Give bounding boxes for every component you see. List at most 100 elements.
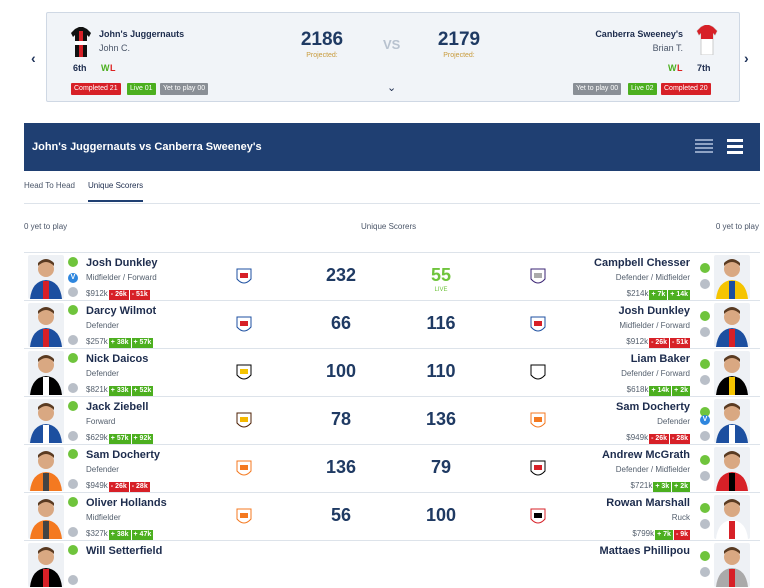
club-logo-icon	[529, 507, 547, 527]
list-view-icon[interactable]	[727, 138, 743, 154]
price-change-badge: - 26k	[108, 482, 129, 492]
club-logo-icon	[529, 315, 547, 335]
price-value: $629k	[86, 433, 108, 442]
player-position: Midfielder / Forward	[86, 273, 157, 282]
player-row[interactable]: Will Setterfield Mattaes Phillipou	[24, 540, 760, 588]
player-name[interactable]: Sam Docherty	[86, 449, 160, 461]
next-arrow-icon[interactable]: ›	[744, 50, 749, 66]
price-change-badge: - 51k	[129, 290, 150, 300]
left-score: 2186	[300, 29, 344, 50]
player-price: $618k + 14k + 2k	[627, 385, 690, 396]
jersey-icon	[696, 25, 718, 55]
star-icon	[68, 479, 78, 489]
player-avatar	[28, 351, 64, 395]
player-row[interactable]: V Josh Dunkley Midfielder / Forward $912k - …	[24, 252, 760, 300]
player-name[interactable]: Josh Dunkley	[86, 257, 158, 269]
player-name[interactable]: Will Setterfield	[86, 545, 162, 557]
tab-head-to-head[interactable]: Head To Head	[24, 181, 75, 200]
player-avatar	[714, 447, 750, 491]
left-projected: Projected:	[306, 52, 338, 59]
price-change-badge: + 2k	[672, 482, 690, 492]
left-coach: John C.	[99, 43, 131, 53]
price-value: $257k	[86, 337, 108, 346]
player-row[interactable]: Sam Docherty Defender $949k - 26k - 28k 136 79…	[24, 444, 760, 492]
star-icon	[700, 375, 710, 385]
player-price: $257k + 38k + 57k	[86, 337, 154, 348]
compact-view-icon[interactable]	[695, 139, 713, 155]
player-name[interactable]: Darcy Wilmot	[86, 305, 156, 317]
player-name[interactable]: Oliver Hollands	[86, 497, 167, 509]
player-row[interactable]: Darcy Wilmot Defender $257k + 38k + 57k 66 116…	[24, 300, 760, 348]
player-price: $799k + 7k - 9k	[632, 529, 690, 540]
right-completed-badge: Completed 20	[661, 83, 711, 95]
right-team-name[interactable]: Canberra Sweeney's	[595, 29, 683, 39]
player-score: 55	[430, 265, 452, 285]
player-row[interactable]: Oliver Hollands Midfielder $327k + 38k + 47k…	[24, 492, 760, 540]
price-value: $949k	[86, 481, 108, 490]
player-name[interactable]: Sam Docherty	[616, 401, 690, 413]
player-price: $721k + 3k + 2k	[631, 481, 690, 492]
right-loss: L	[677, 63, 683, 73]
club-logo-icon	[235, 363, 253, 383]
price-value: $214k	[626, 289, 649, 298]
right-win: W	[668, 63, 677, 73]
unique-scorers-label: Unique Scorers	[361, 222, 417, 231]
player-avatar	[28, 303, 64, 347]
player-score: 66	[330, 313, 352, 333]
player-name[interactable]: Andrew McGrath	[602, 449, 690, 461]
player-name[interactable]: Jack Ziebell	[86, 401, 148, 413]
thumb-icon	[68, 545, 78, 555]
price-value: $912k	[86, 289, 108, 298]
player-avatar	[28, 447, 64, 491]
price-change-badge: - 28k	[129, 482, 150, 492]
player-name[interactable]: Liam Baker	[631, 353, 690, 365]
player-name[interactable]: Josh Dunkley	[618, 305, 690, 317]
star-icon	[700, 327, 710, 337]
player-position: Defender	[86, 321, 119, 330]
left-loss: L	[110, 63, 116, 73]
left-yet-to-play: 0 yet to play	[24, 222, 68, 231]
right-projected: Projected:	[443, 52, 475, 59]
expand-chevron-icon[interactable]: ⌄	[387, 81, 396, 94]
player-price: $949k - 26k - 28k	[626, 433, 690, 444]
price-change-badge: - 9k	[673, 530, 690, 540]
player-score: 79	[430, 457, 452, 477]
player-avatar	[28, 399, 64, 443]
player-name[interactable]: Rowan Marshall	[606, 497, 690, 509]
player-avatar	[714, 351, 750, 395]
player-row[interactable]: Nick Daicos Defender $821k + 33k + 52k 100 110…	[24, 348, 760, 396]
price-change-badge: + 33k	[108, 386, 131, 396]
thumb-icon	[700, 311, 710, 321]
price-change-badge: - 26k	[108, 290, 129, 300]
price-change-badge: - 26k	[649, 434, 670, 444]
player-score: 100	[425, 505, 457, 525]
thumb-icon	[68, 353, 78, 363]
price-change-badge: + 57k	[108, 434, 131, 444]
player-name[interactable]: Mattaes Phillipou	[600, 545, 690, 557]
player-avatar	[28, 255, 64, 299]
thumb-icon	[700, 455, 710, 465]
prev-arrow-icon[interactable]: ‹	[31, 50, 36, 66]
player-row[interactable]: Jack Ziebell Forward $629k + 57k + 92k 78 136 S…	[24, 396, 760, 444]
player-position: Defender	[657, 417, 690, 426]
price-change-badge: + 2k	[672, 386, 690, 396]
left-team-name[interactable]: John's Juggernauts	[99, 29, 184, 39]
player-name[interactable]: Nick Daicos	[86, 353, 148, 365]
player-position: Defender / Forward	[621, 369, 690, 378]
tab-unique-scorers[interactable]: Unique Scorers	[88, 181, 144, 202]
club-logo-icon	[529, 411, 547, 431]
price-value: $821k	[86, 385, 108, 394]
left-win: W	[101, 63, 110, 73]
club-logo-icon	[235, 315, 253, 335]
player-avatar	[714, 399, 750, 443]
club-logo-icon	[529, 459, 547, 479]
player-name[interactable]: Campbell Chesser	[594, 257, 690, 269]
player-position: Defender	[86, 465, 119, 474]
club-logo-icon	[235, 267, 253, 287]
left-live-badge: Live 01	[127, 83, 156, 95]
star-icon	[68, 335, 78, 345]
club-logo-icon	[235, 507, 253, 527]
price-value: $799k	[632, 529, 655, 538]
star-icon	[700, 519, 710, 529]
vs-label: VS	[383, 37, 401, 52]
